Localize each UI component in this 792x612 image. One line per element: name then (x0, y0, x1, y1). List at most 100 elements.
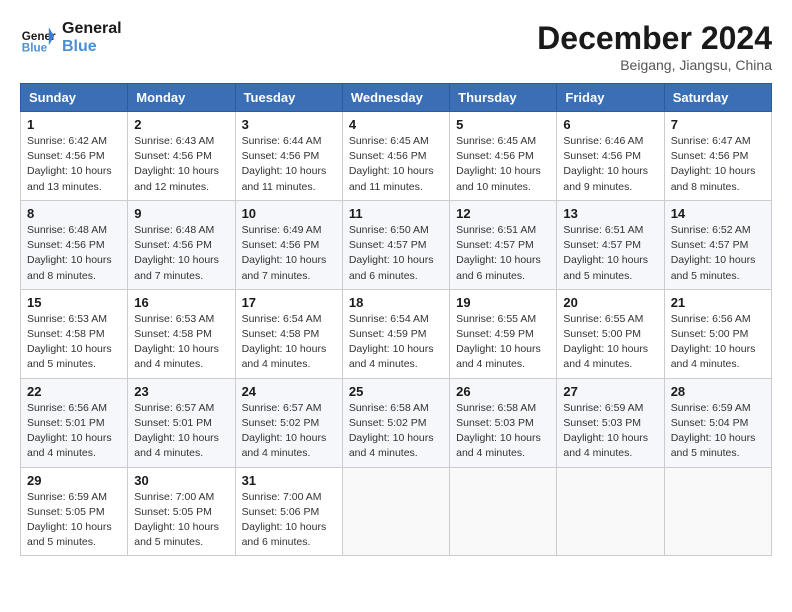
day-detail: Sunrise: 6:51 AM Sunset: 4:57 PM Dayligh… (563, 223, 657, 284)
day-detail: Sunrise: 6:58 AM Sunset: 5:02 PM Dayligh… (349, 401, 443, 462)
title-block: December 2024 Beigang, Jiangsu, China (537, 20, 772, 73)
calendar-cell (557, 467, 664, 556)
day-detail: Sunrise: 6:54 AM Sunset: 4:58 PM Dayligh… (242, 312, 336, 373)
day-number: 21 (671, 295, 765, 310)
calendar-cell: 8 Sunrise: 6:48 AM Sunset: 4:56 PM Daylig… (21, 200, 128, 289)
calendar-cell: 18Sunrise: 6:54 AM Sunset: 4:59 PM Dayli… (342, 289, 449, 378)
day-number: 22 (27, 384, 121, 399)
day-of-week-header: Friday (557, 84, 664, 112)
day-of-week-header: Thursday (450, 84, 557, 112)
calendar-cell: 31 Sunrise: 7:00 AM Sunset: 5:06 PM Dayli… (235, 467, 342, 556)
day-detail: Sunrise: 6:57 AM Sunset: 5:02 PM Dayligh… (242, 401, 336, 462)
day-number: 31 (242, 473, 336, 488)
day-detail: Sunrise: 6:53 AM Sunset: 4:58 PM Dayligh… (134, 312, 228, 373)
day-detail: Sunrise: 6:44 AM Sunset: 4:56 PM Dayligh… (242, 134, 336, 195)
day-number: 11 (349, 206, 443, 221)
calendar-cell: 10Sunrise: 6:49 AM Sunset: 4:56 PM Dayli… (235, 200, 342, 289)
day-number: 13 (563, 206, 657, 221)
day-number: 30 (134, 473, 228, 488)
day-detail: Sunrise: 6:45 AM Sunset: 4:56 PM Dayligh… (349, 134, 443, 195)
calendar-cell: 19 Sunrise: 6:55 AM Sunset: 4:59 PM Dayli… (450, 289, 557, 378)
calendar-cell: 27 Sunrise: 6:59 AM Sunset: 5:03 PM Dayli… (557, 378, 664, 467)
calendar-cell: 29Sunrise: 6:59 AM Sunset: 5:05 PM Dayli… (21, 467, 128, 556)
calendar-cell: 17 Sunrise: 6:54 AM Sunset: 4:58 PM Dayli… (235, 289, 342, 378)
day-number: 23 (134, 384, 228, 399)
day-detail: Sunrise: 6:54 AM Sunset: 4:59 PM Dayligh… (349, 312, 443, 373)
day-of-week-header: Saturday (664, 84, 771, 112)
day-of-week-header: Tuesday (235, 84, 342, 112)
calendar-cell: 21 Sunrise: 6:56 AM Sunset: 5:00 PM Dayli… (664, 289, 771, 378)
calendar-cell: 16 Sunrise: 6:53 AM Sunset: 4:58 PM Dayli… (128, 289, 235, 378)
calendar-week-row: 22Sunrise: 6:56 AM Sunset: 5:01 PM Dayli… (21, 378, 772, 467)
calendar-table: SundayMondayTuesdayWednesdayThursdayFrid… (20, 83, 772, 556)
day-detail: Sunrise: 6:53 AM Sunset: 4:58 PM Dayligh… (27, 312, 121, 373)
calendar-cell (450, 467, 557, 556)
calendar-cell: 1 Sunrise: 6:42 AM Sunset: 4:56 PM Daylig… (21, 112, 128, 201)
day-detail: Sunrise: 6:55 AM Sunset: 4:59 PM Dayligh… (456, 312, 550, 373)
day-number: 4 (349, 117, 443, 132)
calendar-week-row: 1 Sunrise: 6:42 AM Sunset: 4:56 PM Daylig… (21, 112, 772, 201)
logo: General Blue General Blue (20, 20, 122, 56)
day-number: 7 (671, 117, 765, 132)
day-detail: Sunrise: 6:43 AM Sunset: 4:56 PM Dayligh… (134, 134, 228, 195)
day-detail: Sunrise: 6:46 AM Sunset: 4:56 PM Dayligh… (563, 134, 657, 195)
day-number: 17 (242, 295, 336, 310)
day-detail: Sunrise: 6:58 AM Sunset: 5:03 PM Dayligh… (456, 401, 550, 462)
day-number: 24 (242, 384, 336, 399)
day-detail: Sunrise: 6:59 AM Sunset: 5:03 PM Dayligh… (563, 401, 657, 462)
day-number: 19 (456, 295, 550, 310)
logo-blue: Blue (62, 38, 122, 56)
day-detail: Sunrise: 6:48 AM Sunset: 4:56 PM Dayligh… (134, 223, 228, 284)
calendar-cell: 20 Sunrise: 6:55 AM Sunset: 5:00 PM Dayli… (557, 289, 664, 378)
day-detail: Sunrise: 6:48 AM Sunset: 4:56 PM Dayligh… (27, 223, 121, 284)
calendar-cell: 15Sunrise: 6:53 AM Sunset: 4:58 PM Dayli… (21, 289, 128, 378)
day-detail: Sunrise: 6:49 AM Sunset: 4:56 PM Dayligh… (242, 223, 336, 284)
calendar-cell: 26 Sunrise: 6:58 AM Sunset: 5:03 PM Dayli… (450, 378, 557, 467)
calendar-cell: 25 Sunrise: 6:58 AM Sunset: 5:02 PM Dayli… (342, 378, 449, 467)
day-number: 16 (134, 295, 228, 310)
calendar-cell (342, 467, 449, 556)
logo-general: General (62, 20, 122, 38)
calendar-cell: 7 Sunrise: 6:47 AM Sunset: 4:56 PM Daylig… (664, 112, 771, 201)
day-detail: Sunrise: 6:56 AM Sunset: 5:00 PM Dayligh… (671, 312, 765, 373)
day-detail: Sunrise: 6:42 AM Sunset: 4:56 PM Dayligh… (27, 134, 121, 195)
day-detail: Sunrise: 6:47 AM Sunset: 4:56 PM Dayligh… (671, 134, 765, 195)
page-header: General Blue General Blue December 2024 … (20, 20, 772, 73)
calendar-cell: 2 Sunrise: 6:43 AM Sunset: 4:56 PM Daylig… (128, 112, 235, 201)
calendar-cell: 13 Sunrise: 6:51 AM Sunset: 4:57 PM Dayli… (557, 200, 664, 289)
calendar-cell: 22Sunrise: 6:56 AM Sunset: 5:01 PM Dayli… (21, 378, 128, 467)
svg-text:Blue: Blue (22, 42, 48, 55)
day-detail: Sunrise: 7:00 AM Sunset: 5:05 PM Dayligh… (134, 490, 228, 551)
calendar-week-row: 15Sunrise: 6:53 AM Sunset: 4:58 PM Dayli… (21, 289, 772, 378)
day-number: 27 (563, 384, 657, 399)
day-number: 1 (27, 117, 121, 132)
day-detail: Sunrise: 6:45 AM Sunset: 4:56 PM Dayligh… (456, 134, 550, 195)
day-detail: Sunrise: 6:59 AM Sunset: 5:04 PM Dayligh… (671, 401, 765, 462)
day-number: 25 (349, 384, 443, 399)
day-detail: Sunrise: 6:50 AM Sunset: 4:57 PM Dayligh… (349, 223, 443, 284)
calendar-cell: 4 Sunrise: 6:45 AM Sunset: 4:56 PM Daylig… (342, 112, 449, 201)
day-number: 12 (456, 206, 550, 221)
day-number: 5 (456, 117, 550, 132)
day-number: 8 (27, 206, 121, 221)
calendar-cell: 24 Sunrise: 6:57 AM Sunset: 5:02 PM Dayli… (235, 378, 342, 467)
day-detail: Sunrise: 6:55 AM Sunset: 5:00 PM Dayligh… (563, 312, 657, 373)
day-number: 14 (671, 206, 765, 221)
day-number: 26 (456, 384, 550, 399)
day-number: 20 (563, 295, 657, 310)
day-of-week-header: Wednesday (342, 84, 449, 112)
calendar-cell: 5 Sunrise: 6:45 AM Sunset: 4:56 PM Daylig… (450, 112, 557, 201)
day-detail: Sunrise: 7:00 AM Sunset: 5:06 PM Dayligh… (242, 490, 336, 551)
day-detail: Sunrise: 6:51 AM Sunset: 4:57 PM Dayligh… (456, 223, 550, 284)
day-of-week-header: Sunday (21, 84, 128, 112)
location-subtitle: Beigang, Jiangsu, China (537, 57, 772, 73)
day-number: 28 (671, 384, 765, 399)
calendar-cell: 9Sunrise: 6:48 AM Sunset: 4:56 PM Daylig… (128, 200, 235, 289)
day-of-week-header: Monday (128, 84, 235, 112)
day-number: 2 (134, 117, 228, 132)
calendar-cell: 6Sunrise: 6:46 AM Sunset: 4:56 PM Daylig… (557, 112, 664, 201)
logo-icon: General Blue (20, 20, 56, 56)
calendar-week-row: 29Sunrise: 6:59 AM Sunset: 5:05 PM Dayli… (21, 467, 772, 556)
day-detail: Sunrise: 6:59 AM Sunset: 5:05 PM Dayligh… (27, 490, 121, 551)
day-detail: Sunrise: 6:57 AM Sunset: 5:01 PM Dayligh… (134, 401, 228, 462)
